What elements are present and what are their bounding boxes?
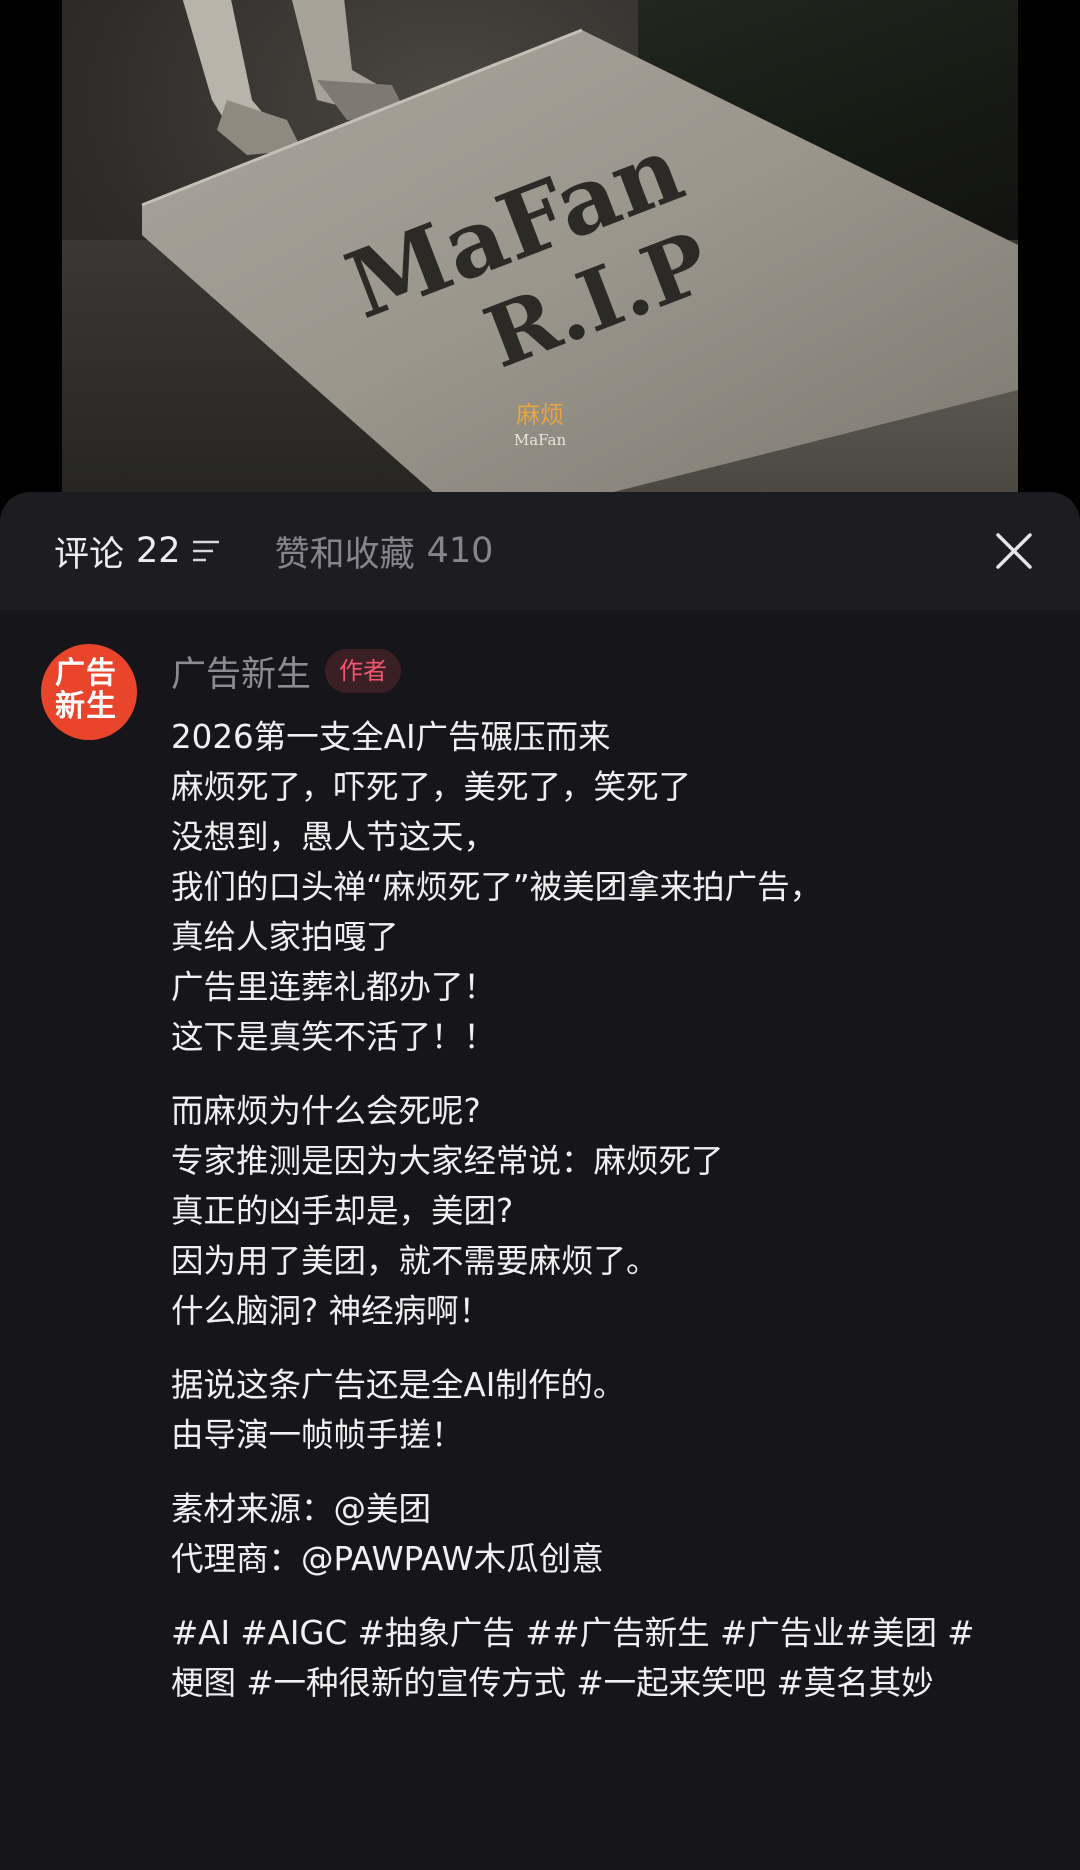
tab-likes-label: 赞和收藏 xyxy=(274,534,415,575)
hashtag-line[interactable]: 梗图 #一种很新的宣传方式 #一起来笑吧 #莫名其妙 xyxy=(171,1658,1051,1708)
close-button[interactable] xyxy=(988,525,1040,577)
comment-paragraph: 素材来源：@美团 代理商：@PAWPAW木瓜创意 xyxy=(171,1484,1051,1584)
comment-body: 2026第一支全AI广告碾压而来 麻烦死了，吓死了，美死了，笑死了 没想到，愚人… xyxy=(171,712,1051,1708)
comment-line[interactable]: 素材来源：@美团 xyxy=(171,1484,1051,1534)
comment-line: 真给人家拍嘎了 xyxy=(171,918,399,956)
comment-line[interactable]: 代理商：@PAWPAW木瓜创意 xyxy=(171,1534,1051,1584)
hashtags[interactable]: #AI #AIGC #抽象广告 ##广告新生 #广告业#美团 # 梗图 #一种很… xyxy=(171,1608,1051,1708)
comment-line: 没想到，愚人节这天， xyxy=(171,818,497,856)
video-player[interactable]: MaFan R.I.P 麻烦 MaFan xyxy=(0,0,1080,520)
sheet-header: 评论 22 赞和收藏 410 xyxy=(0,492,1080,610)
subtitle-chinese: 麻烦 xyxy=(516,401,564,429)
comment-line: 由导演一帧帧手搓！ xyxy=(171,1416,464,1454)
comment-line: 因为用了美团，就不需要麻烦了。 xyxy=(171,1242,659,1280)
comment-line: 专家推测是因为大家经常说：麻烦死了 xyxy=(171,1142,724,1180)
comment-line: 这下是真笑不活了！！ xyxy=(171,1018,497,1056)
comment-paragraph: 2026第一支全AI广告碾压而来 麻烦死了，吓死了，美死了，笑死了 没想到，愚人… xyxy=(171,712,1051,1062)
avatar-text-line1: 广告 xyxy=(55,656,117,691)
sort-icon[interactable] xyxy=(191,539,221,563)
author-name[interactable]: 广告新生 xyxy=(171,646,311,697)
subtitle-english: MaFan xyxy=(513,431,567,449)
tab-comments-count: 22 xyxy=(136,531,181,571)
author-badge: 作者 xyxy=(325,649,402,693)
hashtag-line[interactable]: #AI #AIGC #抽象广告 ##广告新生 #广告业#美团 # xyxy=(171,1608,1051,1658)
comment-line: 2026第一支全AI广告碾压而来 xyxy=(171,718,611,756)
tab-comments-label: 评论 xyxy=(54,534,125,575)
comment-line: 广告里连葬礼都办了！ xyxy=(171,968,497,1006)
avatar-text-line2: 新生 xyxy=(55,689,117,724)
comment-paragraph: 而麻烦为什么会死呢? 专家推测是因为大家经常说：麻烦死了 真正的凶手却是，美团?… xyxy=(171,1086,1051,1336)
comments-sheet: 评论 22 赞和收藏 410 广告 新生 广告新生 作者 2026第一支全AI广… xyxy=(0,492,1080,1870)
comment-line: 据说这条广告还是全AI制作的。 xyxy=(171,1366,626,1404)
comment-line: 真正的凶手却是，美团? xyxy=(171,1192,514,1230)
avatar[interactable]: 广告 新生 xyxy=(41,644,137,740)
tab-likes-count: 410 xyxy=(426,531,494,571)
author-row: 广告新生 作者 xyxy=(171,646,402,697)
comment-line: 麻烦死了，吓死了，美死了，笑死了 xyxy=(171,768,692,806)
comment-line: 我们的口头禅“麻烦死了”被美团拿来拍广告， xyxy=(171,868,823,906)
comment-line: 而麻烦为什么会死呢? xyxy=(171,1092,481,1130)
comment-line: 什么脑洞? 神经病啊！ xyxy=(171,1292,492,1330)
comment-paragraph: 据说这条广告还是全AI制作的。 由导演一帧帧手搓！ xyxy=(171,1360,1051,1460)
close-icon xyxy=(996,533,1032,569)
tab-likes-favorites[interactable]: 赞和收藏 410 xyxy=(275,521,494,581)
tab-comments[interactable]: 评论 22 xyxy=(54,521,221,581)
video-subtitle: 麻烦 MaFan xyxy=(0,400,1080,450)
